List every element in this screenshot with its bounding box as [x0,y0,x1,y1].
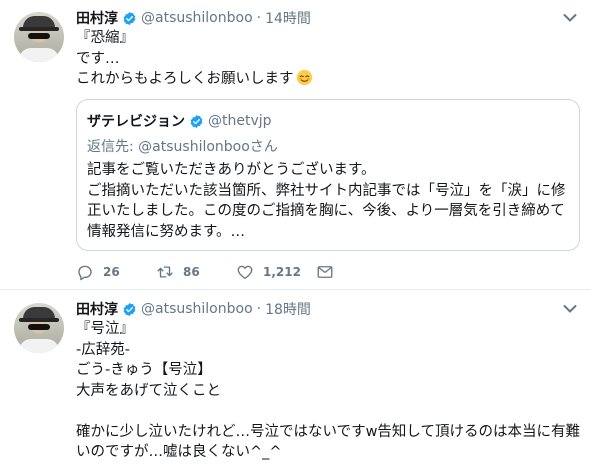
relieved-face-emoji-icon [296,69,312,86]
verified-badge-icon [190,114,203,128]
reply-prefix: 返信先: [87,139,134,155]
author-handle[interactable]: @atsushilonboo [141,10,253,26]
quoted-tweet-header: ザテレビジョン @thetvjp [87,111,272,131]
envelope-icon [317,266,333,278]
author-name[interactable]: 田村淳 [76,8,118,28]
heart-icon [237,265,253,280]
verified-badge-icon [123,302,136,316]
chevron-down-icon[interactable] [563,304,577,314]
tweet-header: 田村淳 @atsushilonboo · 14時間 [76,8,311,28]
reply-icon [78,265,92,281]
chevron-down-icon[interactable] [563,13,577,23]
direct-message-button[interactable] [316,263,334,281]
tweet-timestamp[interactable]: 14時間 [265,8,311,28]
retweet-button[interactable]: 86 [156,263,236,281]
tweet-actions: 26 86 1,212 [76,262,334,282]
retweet-count: 86 [183,265,200,279]
quoted-tweet-text: 記事をご覧いただきありがとうございます。 ご指摘いただいた該当箇所、弊社サイト内… [87,162,566,240]
like-count: 1,212 [263,265,301,279]
reply-to-handle: @atsushilonbooさん [138,139,278,155]
retweet-icon [157,266,173,278]
avatar[interactable] [14,303,64,353]
quoted-author-handle: @thetvjp [208,113,272,129]
tweet[interactable]: 田村淳 @atsushilonboo · 18時間 『号泣』 -広辞苑- ごう-… [0,291,591,467]
author-handle[interactable]: @atsushilonboo [141,301,253,317]
tweet-text: 『恐縮』 です… これからもよろしくお願いします [76,28,581,90]
author-name[interactable]: 田村淳 [76,299,118,319]
reply-button[interactable]: 26 [76,263,156,281]
separator-dot: · [256,301,262,317]
quoted-author-name: ザテレビジョン [87,114,185,130]
tweet-timestamp[interactable]: 18時間 [265,299,311,319]
reply-context: 返信先: @atsushilonbooさん [87,136,278,156]
tweet[interactable]: 田村淳 @atsushilonboo · 14時間 『恐縮』 です… これからも… [0,0,591,290]
avatar[interactable] [14,12,64,62]
like-button[interactable]: 1,212 [236,263,316,281]
tweet-header: 田村淳 @atsushilonboo · 18時間 [76,299,311,319]
tweet-text: 『号泣』 -広辞苑- ごう-きゅう【号泣】 大声をあげて泣くこと 確かに少し泣い… [76,321,580,460]
quoted-tweet[interactable]: ザテレビジョン @thetvjp 返信先: @atsushilonbooさん 記… [76,99,580,251]
reply-count: 26 [103,265,120,279]
separator-dot: · [256,10,262,26]
verified-badge-icon [123,11,136,25]
